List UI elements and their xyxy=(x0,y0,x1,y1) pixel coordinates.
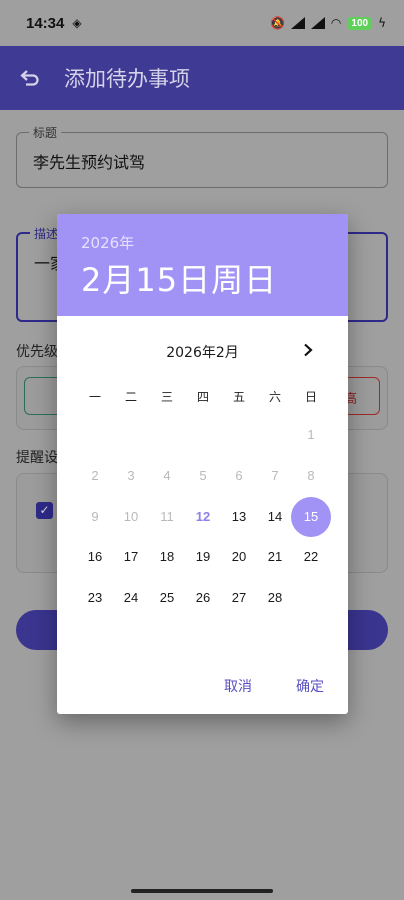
day-cell: 7 xyxy=(271,468,279,483)
day-cell: 10 xyxy=(123,509,139,524)
day-cell[interactable]: 23 xyxy=(77,580,113,616)
signal-icon-1 xyxy=(290,17,305,29)
day-cell[interactable]: 24 xyxy=(113,580,149,616)
day-cell: 2 xyxy=(91,468,99,483)
weekday-thu: 四 xyxy=(196,390,209,404)
ok-button[interactable]: 确定 xyxy=(296,676,324,696)
day-cell: 9 xyxy=(91,509,99,524)
weekday-mon: 一 xyxy=(88,390,101,404)
title-field[interactable]: 标题 李先生预约试驾 xyxy=(16,124,388,188)
title-field-label: 标题 xyxy=(29,124,62,141)
checkbox-checked-icon[interactable]: ✓ xyxy=(36,502,53,519)
reminder-section-label: 提醒设 xyxy=(16,450,58,466)
day-cell-selected[interactable]: 15 xyxy=(291,497,331,537)
weekday-sat: 六 xyxy=(268,390,281,404)
back-arrow-icon[interactable] xyxy=(16,64,44,92)
signal-icon-2 xyxy=(310,17,325,29)
date-picker-dialog: 2026年 2月15日周日 2026年2月 一 二 三 四 五 六 日 1 2 … xyxy=(57,214,348,714)
day-cell: 5 xyxy=(199,468,207,483)
charging-icon: ϟ xyxy=(378,16,386,30)
status-time: 14:34 xyxy=(26,14,65,32)
day-cell[interactable]: 20 xyxy=(221,539,257,575)
header-year[interactable]: 2026年 xyxy=(81,232,324,253)
chevron-right-icon[interactable] xyxy=(298,340,318,360)
day-cell: 8 xyxy=(307,468,315,483)
app-bar: 添加待办事项 xyxy=(0,46,404,110)
day-cell[interactable]: 21 xyxy=(257,539,293,575)
weekday-fri: 五 xyxy=(232,390,245,404)
day-cell[interactable]: 16 xyxy=(77,539,113,575)
status-bar: 14:34 ◈ 🔕 ◠ 100 ϟ xyxy=(0,0,404,46)
day-cell[interactable]: 25 xyxy=(149,580,185,616)
weekday-wed: 三 xyxy=(160,390,173,404)
dialog-actions: 取消 确定 xyxy=(224,676,324,696)
day-cell[interactable]: 28 xyxy=(257,580,293,616)
day-cell: 3 xyxy=(127,468,135,483)
gesture-navigation-bar[interactable] xyxy=(131,889,273,893)
date-picker-header: 2026年 2月15日周日 xyxy=(57,214,348,316)
day-cell[interactable]: 14 xyxy=(257,499,293,535)
day-cell: 11 xyxy=(160,509,174,524)
header-selected-date: 2月15日周日 xyxy=(81,261,278,299)
status-icons: 🔕 ◠ 100 ϟ xyxy=(270,16,386,30)
day-cell[interactable]: 27 xyxy=(221,580,257,616)
day-cell[interactable]: 13 xyxy=(221,499,257,535)
weekday-tue: 二 xyxy=(124,390,137,404)
day-cell: 6 xyxy=(235,468,243,483)
day-cell-today[interactable]: 12 xyxy=(185,499,221,535)
cancel-button[interactable]: 取消 xyxy=(224,676,252,696)
day-cell[interactable]: 22 xyxy=(293,539,329,575)
mute-icon: 🔕 xyxy=(269,16,285,30)
day-cell: 1 xyxy=(307,427,315,442)
day-cell[interactable]: 18 xyxy=(149,539,185,575)
location-icon: ◈ xyxy=(72,16,82,30)
title-field-value: 李先生预约试驾 xyxy=(33,153,146,172)
month-navigation: 2026年2月 xyxy=(57,338,348,362)
weekday-sun: 日 xyxy=(304,390,317,404)
battery-indicator: 100 xyxy=(347,16,373,30)
day-cell[interactable]: 26 xyxy=(185,580,221,616)
day-cell[interactable]: 17 xyxy=(113,539,149,575)
wifi-icon: ◠ xyxy=(330,16,342,30)
day-cell[interactable]: 19 xyxy=(185,539,221,575)
priority-high-chip[interactable]: 高 xyxy=(344,377,380,415)
page-title: 添加待办事项 xyxy=(64,67,190,91)
priority-section-label: 优先级 xyxy=(16,344,58,360)
day-cell: 4 xyxy=(163,468,171,483)
